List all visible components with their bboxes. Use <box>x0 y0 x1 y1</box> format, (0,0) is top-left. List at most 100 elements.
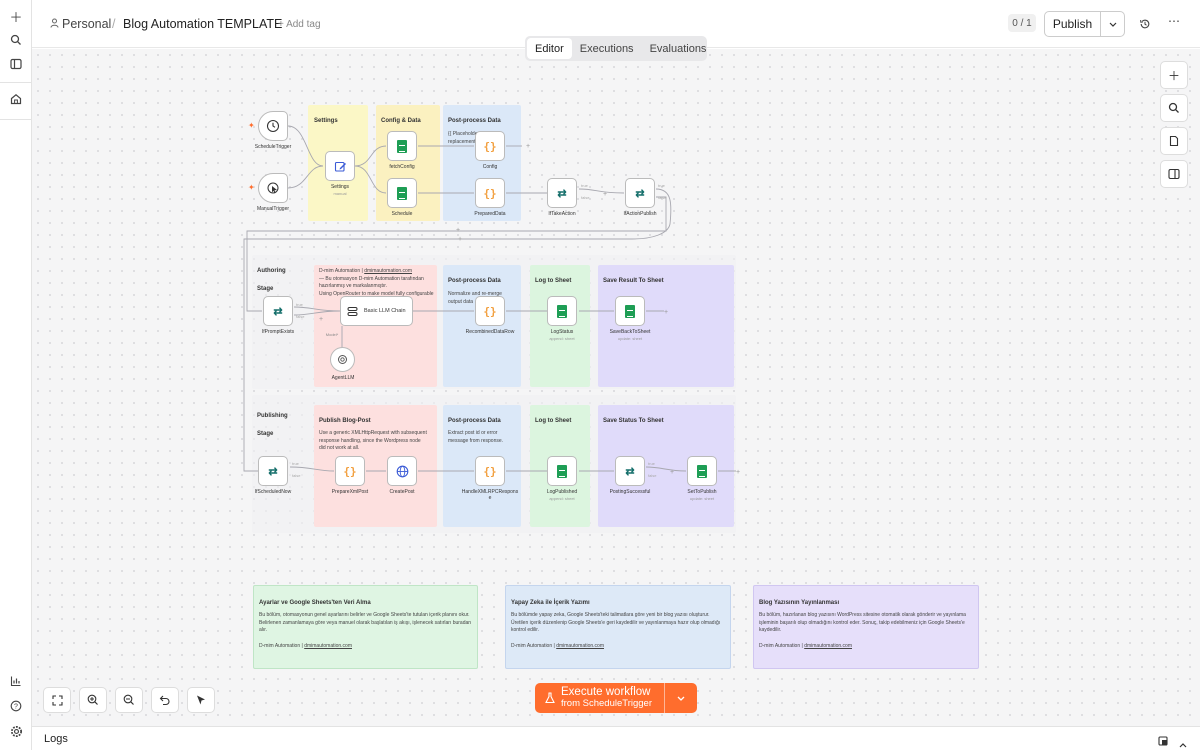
code-braces-icon: {} <box>483 139 497 153</box>
panel-icon <box>1168 168 1180 180</box>
logs-bar[interactable]: Logs <box>32 726 1200 750</box>
config-node[interactable]: {} <box>475 131 505 161</box>
tab-executions[interactable]: Executions <box>572 38 642 59</box>
schedule-node[interactable] <box>387 178 417 208</box>
sticky-note-button[interactable] <box>1160 127 1188 155</box>
if-action-publish-node[interactable]: ⇄ <box>625 178 655 208</box>
posting-successful-node[interactable]: ⇄ <box>615 456 645 486</box>
code-braces-icon: {} <box>483 186 497 200</box>
history-icon[interactable] <box>1139 17 1151 35</box>
add-tag-button[interactable]: + Add tag <box>278 19 321 30</box>
search-nodes-button[interactable] <box>1160 94 1188 122</box>
note-ai-content[interactable]: Yapay Zeka ile İçerik Yazımı Bu bölümde … <box>505 585 731 669</box>
zoom-in-icon <box>87 694 98 705</box>
svg-text:false: false <box>292 473 301 478</box>
node-label: fetchConfig <box>389 164 415 170</box>
prepare-xml-post-node[interactable]: {} <box>335 456 365 486</box>
cursor-mode-button[interactable] <box>187 687 215 713</box>
tab-evaluations[interactable]: Evaluations <box>642 38 715 59</box>
zoom-out-icon <box>123 694 134 705</box>
logs-label: Logs <box>44 733 68 745</box>
code-braces-icon: {} <box>343 464 357 478</box>
svg-text:true: true <box>581 183 589 188</box>
save-back-to-sheet-node[interactable] <box>615 296 645 326</box>
note-blog-publishing[interactable]: Blog Yazısının Yayınlanması Bu bölüm, ha… <box>753 585 979 669</box>
branch-icon: ⇄ <box>268 465 278 478</box>
settings-node[interactable] <box>325 151 355 181</box>
branch-icon: ⇄ <box>625 465 635 478</box>
more-options-icon[interactable]: ⋯ <box>1168 14 1180 28</box>
publish-button[interactable]: Publish <box>1045 12 1101 36</box>
execute-sublabel: from ScheduleTrigger <box>561 698 652 709</box>
node-label: IfActionPublish <box>623 211 657 217</box>
fit-view-button[interactable] <box>43 687 71 713</box>
if-prompt-exists-node[interactable]: ⇄ <box>263 296 293 326</box>
help-icon[interactable]: ? <box>6 696 26 716</box>
undo-button[interactable] <box>151 687 179 713</box>
settings-gear-icon[interactable] <box>6 721 26 741</box>
pencil-edit-icon <box>334 161 346 172</box>
search-icon[interactable] <box>6 30 26 50</box>
globe-icon <box>396 465 408 477</box>
log-published-node[interactable] <box>547 456 577 486</box>
execute-workflow-button-group: Execute workflow from ScheduleTrigger <box>535 683 697 713</box>
search-icon <box>1168 102 1179 113</box>
note-link[interactable]: dmimautomation.com <box>804 643 852 649</box>
schedule-trigger-node[interactable] <box>258 111 288 141</box>
workflow-canvas[interactable]: Settings Config & Data Post-process Data… <box>32 49 1200 726</box>
node-subtitle: append: sheet <box>549 496 575 501</box>
note-settings-data[interactable]: Ayarlar ve Google Sheets'ten Veri Alma B… <box>253 585 478 669</box>
google-sheets-icon <box>397 139 407 153</box>
note-link[interactable]: dmimautomation.com <box>556 643 604 649</box>
basic-llm-chain-node[interactable]: Basic LLM Chain <box>340 296 413 326</box>
side-panel-button[interactable] <box>1160 160 1188 188</box>
breadcrumb-separator: / <box>112 17 116 31</box>
publish-button-group: Publish <box>1044 11 1125 37</box>
panel-toggle-icon[interactable] <box>6 54 26 74</box>
node-label: PreparedData <box>474 211 506 217</box>
svg-text:+: + <box>670 469 674 476</box>
svg-text:true: true <box>296 302 304 307</box>
zoom-in-button[interactable] <box>79 687 107 713</box>
node-subtitle: manual <box>333 191 347 196</box>
create-post-node[interactable] <box>387 456 417 486</box>
insights-icon[interactable] <box>6 671 26 691</box>
agent-llm-node[interactable] <box>330 347 355 372</box>
breadcrumb-workspace[interactable]: Personal <box>62 17 111 31</box>
branch-icon: ⇄ <box>557 187 567 200</box>
handle-xmlrpc-response-node[interactable]: {} <box>475 456 505 486</box>
if-take-action-node[interactable]: ⇄ <box>547 178 577 208</box>
add-node-button[interactable]: ＋ <box>1160 61 1188 89</box>
node-label: IfTakeAction <box>548 211 576 217</box>
popout-icon[interactable] <box>1158 733 1168 751</box>
node-label: IfPromptExists <box>261 329 295 335</box>
openai-icon <box>338 355 347 364</box>
left-sidebar: ＋ ? <box>0 0 32 750</box>
note-link[interactable]: dmimautomation.com <box>304 643 352 649</box>
branch-icon: ⇄ <box>273 305 283 318</box>
svg-text:true: true <box>292 461 300 466</box>
recombined-data-row-node[interactable]: {} <box>475 296 505 326</box>
set-to-publish-node[interactable] <box>687 456 717 486</box>
pointer-icon <box>197 695 205 705</box>
code-braces-icon: {} <box>483 464 497 478</box>
model-port-label: Model* <box>325 332 339 337</box>
workflow-name[interactable]: Blog Automation TEMPLATE <box>123 17 282 31</box>
code-braces-icon: {} <box>483 304 497 318</box>
tab-editor[interactable]: Editor <box>527 38 572 59</box>
user-icon <box>50 17 59 31</box>
log-status-node[interactable] <box>547 296 577 326</box>
document-icon <box>1169 135 1179 147</box>
trigger-bolt-icon: ✦ <box>248 121 255 130</box>
execute-workflow-button[interactable]: Execute workflow from ScheduleTrigger <box>535 683 665 713</box>
manual-trigger-node[interactable] <box>258 173 288 203</box>
chevron-down-icon[interactable] <box>665 683 697 713</box>
fetch-config-node[interactable] <box>387 131 417 161</box>
chevron-down-icon[interactable] <box>1101 12 1124 36</box>
zoom-out-button[interactable] <box>115 687 143 713</box>
prepared-data-node[interactable]: {} <box>475 178 505 208</box>
home-icon[interactable] <box>6 89 26 109</box>
chevron-up-icon[interactable] <box>1179 735 1187 753</box>
plus-icon[interactable]: ＋ <box>6 6 26 26</box>
if-scheduled-now-node[interactable]: ⇄ <box>258 456 288 486</box>
